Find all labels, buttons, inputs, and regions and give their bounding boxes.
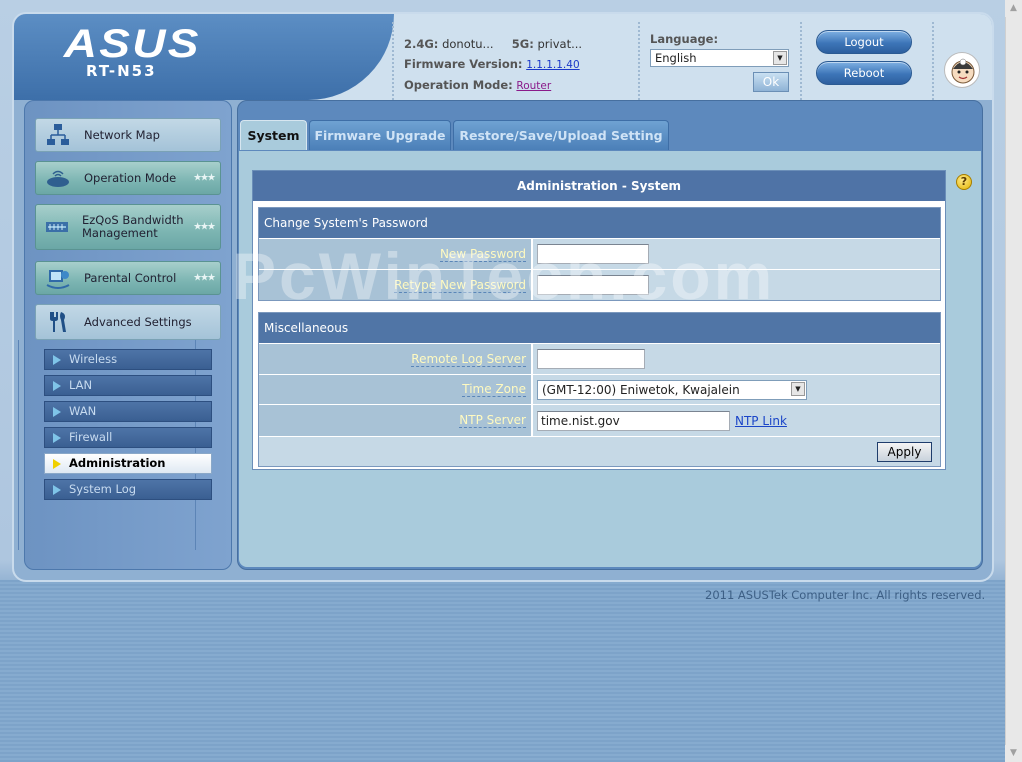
star-icon: ★★★: [193, 221, 216, 233]
language-label: Language:: [650, 32, 719, 46]
sidebar-item-label: Operation Mode: [84, 171, 177, 185]
time-zone-select[interactable]: (GMT-12:00) Eniwetok, Kwajalein ▼: [537, 379, 807, 400]
retype-password-label: Retype New Password: [259, 270, 531, 300]
sidebar-item-network-map[interactable]: Network Map: [35, 118, 221, 152]
scroll-down-icon[interactable]: ▼: [1005, 745, 1022, 762]
triangle-right-icon: [53, 355, 61, 365]
page-background: [0, 580, 1005, 762]
ntp-link[interactable]: NTP Link: [735, 414, 787, 428]
sidebar-subitem-firewall[interactable]: Firewall: [44, 427, 212, 448]
misc-section: Miscellaneous Remote Log Server Time Zon…: [258, 312, 941, 467]
firmware-label: Firmware Version:: [404, 57, 523, 71]
ntp-server-input[interactable]: time.nist.gov: [537, 410, 730, 431]
tools-icon: [44, 309, 72, 335]
ntp-server-label: NTP Server: [259, 405, 531, 436]
model-name: RT-N53: [86, 62, 157, 80]
band24-ssid: donotu...: [442, 37, 494, 51]
header-divider: [638, 22, 640, 100]
retype-password-input[interactable]: [537, 275, 649, 295]
subitem-label: WAN: [69, 404, 97, 418]
password-section: Change System's Password New Password Re…: [258, 207, 941, 301]
sidebar-item-label: Parental Control: [84, 271, 177, 285]
triangle-right-icon: [53, 459, 61, 469]
reboot-button[interactable]: Reboot: [816, 61, 912, 85]
language-select[interactable]: English ▼: [650, 49, 789, 67]
subitem-label: Firewall: [69, 430, 113, 444]
triangle-right-icon: [53, 433, 61, 443]
apply-row: Apply: [259, 436, 940, 466]
status-info: 2.4G: donotu... 5G: privat... Firmware V…: [404, 34, 582, 96]
tab-system[interactable]: System: [240, 120, 307, 150]
band24-label: 2.4G:: [404, 37, 439, 51]
header-divider: [392, 22, 394, 100]
qos-icon: [44, 214, 70, 240]
star-icon: ★★★: [193, 272, 216, 284]
chevron-down-icon[interactable]: ▼: [791, 381, 805, 396]
sidebar-item-operation-mode[interactable]: Operation Mode ★★★: [35, 161, 221, 195]
apply-button[interactable]: Apply: [877, 442, 932, 462]
help-icon[interactable]: ?: [956, 174, 972, 190]
router-icon: [44, 165, 72, 191]
section-heading: Change System's Password: [259, 208, 940, 238]
subitem-label: Wireless: [69, 352, 118, 366]
avatar: [944, 52, 980, 88]
band5-label: 5G:: [511, 37, 534, 51]
header-divider: [800, 22, 802, 100]
administration-panel: Administration - System Change System's …: [252, 170, 946, 470]
triangle-right-icon: [53, 407, 61, 417]
header-divider: [932, 22, 934, 100]
panel-title: Administration - System: [253, 171, 945, 201]
subitem-label: Administration: [69, 456, 166, 470]
sidebar-item-label: Advanced Settings: [84, 315, 192, 329]
language-ok-button[interactable]: Ok: [753, 72, 789, 92]
firmware-version-link[interactable]: 1.1.1.1.40: [526, 59, 579, 71]
sidebar-item-label: Network Map: [84, 128, 160, 142]
logout-button[interactable]: Logout: [816, 30, 912, 54]
band5-ssid: privat...: [537, 37, 583, 51]
ntp-server-row: NTP Server time.nist.gov NTP Link: [259, 404, 940, 436]
parental-control-icon: [44, 265, 72, 291]
triangle-right-icon: [53, 381, 61, 391]
scroll-up-icon[interactable]: ▲: [1005, 0, 1022, 17]
chevron-down-icon[interactable]: ▼: [773, 51, 787, 65]
tab-firmware-upgrade[interactable]: Firmware Upgrade: [309, 120, 451, 150]
copyright-footer: 2011 ASUSTek Computer Inc. All rights re…: [705, 588, 986, 602]
retype-password-row: Retype New Password: [259, 269, 940, 300]
subitem-label: LAN: [69, 378, 93, 392]
new-password-input[interactable]: [537, 244, 649, 264]
sidebar-subitem-lan[interactable]: LAN: [44, 375, 212, 396]
new-password-row: New Password: [259, 238, 940, 269]
sidebar-item-ezqos[interactable]: EzQoS Bandwidth Management ★★★: [35, 204, 221, 250]
sidebar-subitem-system-log[interactable]: System Log: [44, 479, 212, 500]
sidebar-item-parental-control[interactable]: Parental Control ★★★: [35, 261, 221, 295]
network-map-icon: [44, 122, 72, 148]
triangle-right-icon: [53, 485, 61, 495]
new-password-label: New Password: [259, 239, 531, 269]
sidebar-subitem-wireless[interactable]: Wireless: [44, 349, 212, 370]
time-zone-row: Time Zone (GMT-12:00) Eniwetok, Kwajalei…: [259, 374, 940, 404]
tab-restore-save-upload[interactable]: Restore/Save/Upload Setting: [453, 120, 669, 150]
vertical-scrollbar[interactable]: ▲ ▼: [1005, 0, 1022, 762]
remote-log-row: Remote Log Server: [259, 343, 940, 374]
logo-area: ASUS RT-N53: [14, 14, 394, 100]
language-value: English: [655, 51, 697, 65]
sidebar-subitem-administration[interactable]: Administration: [44, 453, 212, 474]
time-zone-label: Time Zone: [259, 375, 531, 404]
section-heading: Miscellaneous: [259, 313, 940, 343]
sidebar-item-advanced-settings[interactable]: Advanced Settings: [35, 304, 221, 340]
operation-mode-link[interactable]: Router: [516, 80, 551, 92]
remote-log-input[interactable]: [537, 349, 645, 369]
operation-mode-label: Operation Mode:: [404, 78, 513, 92]
subitem-label: System Log: [69, 482, 137, 496]
brand-logo: ASUS: [63, 22, 201, 66]
star-icon: ★★★: [193, 172, 216, 184]
time-zone-value: (GMT-12:00) Eniwetok, Kwajalein: [542, 382, 740, 397]
remote-log-label: Remote Log Server: [259, 344, 531, 374]
sidebar-subitem-wan[interactable]: WAN: [44, 401, 212, 422]
